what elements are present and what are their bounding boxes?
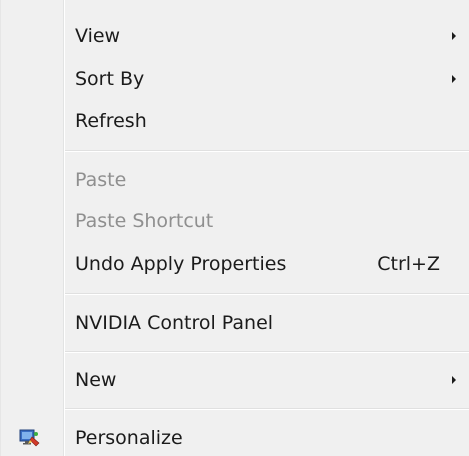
menu-separator [65, 408, 469, 410]
menu-item-personalize[interactable]: Personalize [1, 420, 469, 456]
menu-separator [65, 150, 469, 152]
menu-separator [65, 293, 469, 295]
personalize-icon [19, 428, 41, 448]
menu-item-label: NVIDIA Control Panel [75, 312, 274, 334]
submenu-arrow-icon [452, 75, 456, 83]
menu-item-label: Paste Shortcut [75, 210, 214, 232]
menu-item-label: Paste [75, 169, 127, 191]
menu-item-label: Personalize [75, 427, 183, 449]
menu-item-label: New [75, 369, 117, 391]
submenu-arrow-icon [452, 32, 456, 40]
menu-item-label: View [75, 25, 121, 47]
menu-item-paste: Paste [1, 162, 469, 198]
menu-item-paste-shortcut: Paste Shortcut [1, 203, 469, 239]
menu-item-label: Undo Apply Properties [75, 253, 287, 275]
menu-item-view[interactable]: View [1, 18, 469, 54]
menu-item-undo[interactable]: Undo Apply Properties Ctrl+Z [1, 246, 469, 282]
menu-item-new[interactable]: New [1, 362, 469, 398]
context-menu: View Sort By Refresh Paste Paste Shortcu… [0, 0, 469, 456]
menu-item-sort-by[interactable]: Sort By [1, 61, 469, 97]
menu-item-nvidia-control-panel[interactable]: NVIDIA Control Panel [1, 305, 469, 341]
menu-item-label: Refresh [75, 110, 147, 132]
menu-item-refresh[interactable]: Refresh [1, 103, 469, 139]
menu-separator [65, 351, 469, 353]
menu-item-shortcut: Ctrl+Z [377, 253, 440, 275]
menu-item-label: Sort By [75, 68, 145, 90]
submenu-arrow-icon [452, 376, 456, 384]
